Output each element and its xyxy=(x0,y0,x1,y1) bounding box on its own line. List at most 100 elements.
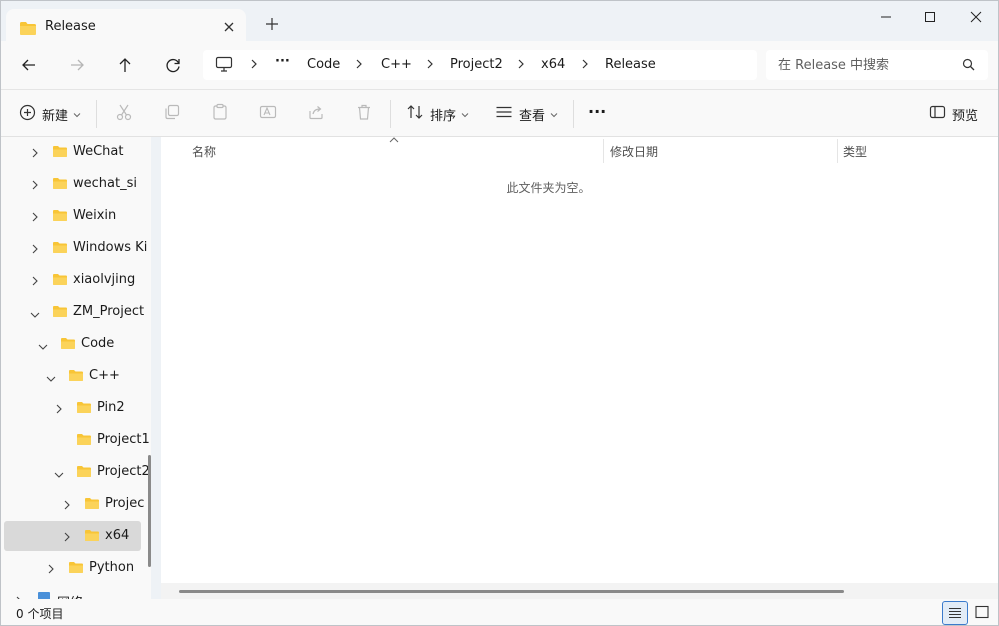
breadcrumb-item-project2[interactable]: Project2 xyxy=(450,57,503,72)
sidebar-scrollbar[interactable] xyxy=(148,455,151,567)
maximize-button[interactable] xyxy=(919,7,941,27)
folder-icon xyxy=(76,465,92,482)
delete-button[interactable] xyxy=(355,102,373,126)
chevron-right-icon[interactable] xyxy=(46,563,56,579)
forward-button[interactable] xyxy=(66,54,88,76)
navigation-pane[interactable]: WeChat wechat_si Weixin Windows Ki xiaol… xyxy=(1,137,151,599)
refresh-button[interactable] xyxy=(162,54,184,76)
tree-item-wechat[interactable]: WeChat xyxy=(4,137,141,167)
sort-arrows-icon xyxy=(406,103,424,125)
tree-item-x64[interactable]: x64 xyxy=(4,521,141,551)
search-box[interactable] xyxy=(766,50,988,80)
chevron-down-icon[interactable] xyxy=(53,469,65,484)
file-explorer-window: Release ··· Code C++ Project2 x64 Releas… xyxy=(0,0,999,626)
tiles-view-button[interactable] xyxy=(970,601,996,625)
sort-button[interactable]: 排序 xyxy=(406,102,469,126)
chevron-down-icon xyxy=(73,107,81,122)
details-view-button[interactable] xyxy=(942,601,968,625)
address-row: ··· Code C++ Project2 x64 Release xyxy=(1,41,998,89)
chevron-right-icon[interactable] xyxy=(62,499,72,515)
tree-item-code[interactable]: Code xyxy=(4,329,141,359)
column-header-type[interactable]: 类型 xyxy=(843,143,867,160)
folder-icon xyxy=(76,401,92,418)
separator xyxy=(390,100,391,128)
tree-item-cpp[interactable]: C++ xyxy=(4,361,141,391)
network-icon xyxy=(36,591,52,599)
close-tab-icon[interactable] xyxy=(220,18,238,36)
chevron-down-icon[interactable] xyxy=(45,373,57,388)
tree-item-project1[interactable]: Project1 xyxy=(4,425,150,455)
tree-item-label: Projec xyxy=(105,496,145,511)
breadcrumb-item-x64[interactable]: x64 xyxy=(541,57,565,72)
preview-pane-button[interactable]: 预览 xyxy=(929,102,978,126)
tree-item-python[interactable]: Python xyxy=(4,553,141,583)
file-list[interactable]: 名称 修改日期 类型 此文件夹为空。 xyxy=(161,137,998,599)
tree-item-label: Project2 xyxy=(97,464,150,479)
chevron-right-icon[interactable] xyxy=(30,275,40,291)
column-divider[interactable] xyxy=(837,139,838,163)
tree-item-label: Weixin xyxy=(73,208,117,223)
search-icon[interactable] xyxy=(962,58,975,75)
chevron-right-icon[interactable] xyxy=(354,58,364,70)
tree-item-weixin[interactable]: Weixin xyxy=(4,201,141,231)
tree-item-project-sub[interactable]: Projec xyxy=(4,489,145,519)
column-divider[interactable] xyxy=(603,139,604,163)
tree-item-network[interactable]: 网络 xyxy=(4,585,141,599)
tree-item-label: Windows Ki xyxy=(73,240,148,255)
sort-ascending-icon xyxy=(389,133,399,148)
close-window-button[interactable] xyxy=(965,7,987,27)
separator xyxy=(573,100,574,128)
chevron-right-icon[interactable] xyxy=(62,531,72,547)
chevron-right-icon[interactable] xyxy=(30,243,40,259)
chevron-down-icon[interactable] xyxy=(29,309,41,324)
folder-icon xyxy=(60,337,76,354)
tree-item-pin2[interactable]: Pin2 xyxy=(4,393,141,423)
paste-button[interactable] xyxy=(211,102,229,126)
breadcrumb-item-release[interactable]: Release xyxy=(605,57,656,72)
breadcrumb-overflow[interactable]: ··· xyxy=(275,54,290,69)
tree-item-label: Pin2 xyxy=(97,400,125,415)
new-tab-button[interactable] xyxy=(263,15,281,33)
horizontal-scrollbar[interactable] xyxy=(161,583,998,599)
chevron-right-icon[interactable] xyxy=(30,179,40,195)
copy-button[interactable] xyxy=(163,102,181,126)
chevron-right-icon[interactable] xyxy=(54,403,64,419)
column-header-name[interactable]: 名称 xyxy=(192,143,216,160)
new-button[interactable]: 新建 xyxy=(19,102,81,126)
chevron-right-icon[interactable] xyxy=(30,211,40,227)
breadcrumb[interactable]: ··· Code C++ Project2 x64 Release xyxy=(203,50,757,80)
breadcrumb-item-code[interactable]: Code xyxy=(307,57,340,72)
chevron-right-icon[interactable] xyxy=(580,58,590,70)
preview-label: 预览 xyxy=(952,108,979,124)
tree-item-label: 网络 xyxy=(57,592,83,599)
search-input[interactable] xyxy=(778,55,958,75)
new-label: 新建 xyxy=(42,108,69,124)
more-options-label: ··· xyxy=(588,101,607,121)
tree-item-xiaolvjing[interactable]: xiaolvjing xyxy=(4,265,141,295)
tree-item-zm-project[interactable]: ZM_Project xyxy=(4,297,144,327)
folder-icon xyxy=(68,369,84,386)
chevron-right-icon[interactable] xyxy=(516,58,526,70)
back-button[interactable] xyxy=(18,54,40,76)
chevron-right-icon[interactable] xyxy=(425,58,435,70)
share-icon xyxy=(307,103,325,125)
breadcrumb-item-cpp[interactable]: C++ xyxy=(381,57,412,72)
column-header-modified[interactable]: 修改日期 xyxy=(610,143,658,160)
copy-icon xyxy=(163,103,181,125)
up-button[interactable] xyxy=(114,54,136,76)
folder-icon xyxy=(84,497,100,514)
view-label: 查看 xyxy=(519,108,546,124)
tree-item-project2[interactable]: Project2 xyxy=(4,457,150,487)
share-button[interactable] xyxy=(307,102,325,126)
chevron-right-icon[interactable] xyxy=(30,147,40,163)
tree-item-windows-kits[interactable]: Windows Ki xyxy=(4,233,147,263)
rename-button[interactable] xyxy=(259,102,277,126)
chevron-right-icon[interactable] xyxy=(249,58,259,70)
cut-button[interactable] xyxy=(115,102,133,126)
computer-icon[interactable] xyxy=(215,56,233,77)
more-options-button[interactable]: ··· xyxy=(588,99,606,123)
view-button[interactable]: 查看 xyxy=(495,102,558,126)
minimize-button[interactable] xyxy=(875,7,897,27)
chevron-down-icon[interactable] xyxy=(37,341,49,356)
horizontal-scrollbar-thumb[interactable] xyxy=(179,590,844,593)
